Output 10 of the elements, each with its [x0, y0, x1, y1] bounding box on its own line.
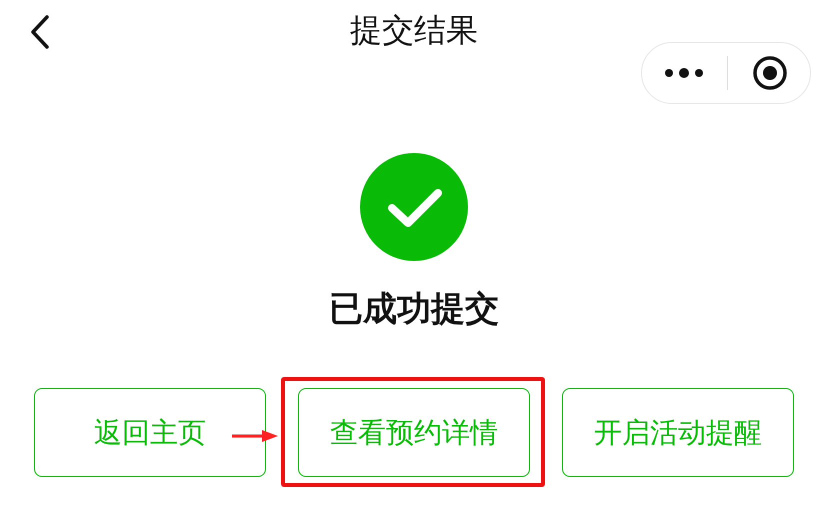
success-message: 已成功提交	[329, 288, 499, 331]
back-icon[interactable]	[30, 15, 50, 49]
action-button[interactable]: 返回主页	[34, 388, 266, 477]
close-icon[interactable]	[752, 55, 788, 91]
action-button[interactable]: 开启活动提醒	[562, 388, 794, 477]
pointer-arrow	[232, 430, 278, 442]
page-title: 提交结果	[350, 10, 478, 51]
action-button[interactable]: 查看预约详情	[298, 388, 530, 477]
success-check-icon	[359, 152, 469, 262]
more-icon[interactable]	[664, 67, 704, 79]
